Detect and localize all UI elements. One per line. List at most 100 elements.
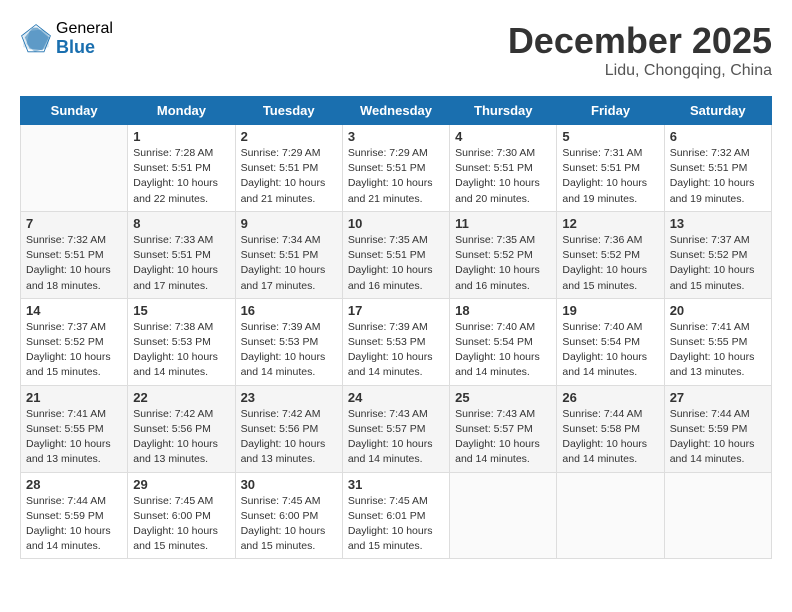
day-info: Sunrise: 7:35 AM Sunset: 5:52 PM Dayligh…: [455, 233, 551, 294]
calendar-cell: 9Sunrise: 7:34 AM Sunset: 5:51 PM Daylig…: [235, 211, 342, 298]
weekday-header-tuesday: Tuesday: [235, 97, 342, 125]
day-info: Sunrise: 7:28 AM Sunset: 5:51 PM Dayligh…: [133, 146, 229, 207]
calendar-cell: 5Sunrise: 7:31 AM Sunset: 5:51 PM Daylig…: [557, 125, 664, 212]
day-info: Sunrise: 7:42 AM Sunset: 5:56 PM Dayligh…: [133, 407, 229, 468]
day-info: Sunrise: 7:45 AM Sunset: 6:00 PM Dayligh…: [133, 494, 229, 555]
day-info: Sunrise: 7:29 AM Sunset: 5:51 PM Dayligh…: [348, 146, 444, 207]
day-number: 16: [241, 303, 337, 318]
calendar-cell: 11 Sunrise: 7:35 AM Sunset: 5:52 PM Dayli…: [450, 211, 557, 298]
day-info: Sunrise: 7:40 AM Sunset: 5:54 PM Dayligh…: [455, 320, 551, 381]
calendar-cell: 21 Sunrise: 7:41 AM Sunset: 5:55 PM Dayli…: [21, 385, 128, 472]
calendar-cell: 29Sunrise: 7:45 AM Sunset: 6:00 PM Dayli…: [128, 472, 235, 559]
day-info: Sunrise: 7:43 AM Sunset: 5:57 PM Dayligh…: [348, 407, 444, 468]
day-info: Sunrise: 7:37 AM Sunset: 5:52 PM Dayligh…: [26, 320, 122, 381]
calendar-cell: 31 Sunrise: 7:45 AM Sunset: 6:01 PM Dayli…: [342, 472, 449, 559]
day-number: 20: [670, 303, 766, 318]
day-number: 23: [241, 390, 337, 405]
calendar-header: SundayMondayTuesdayWednesdayThursdayFrid…: [21, 97, 772, 125]
day-number: 19: [562, 303, 658, 318]
title-area: December 2025 Lidu, Chongqing, China: [508, 20, 772, 80]
day-info: Sunrise: 7:30 AM Sunset: 5:51 PM Dayligh…: [455, 146, 551, 207]
weekday-header-friday: Friday: [557, 97, 664, 125]
calendar-cell: 15Sunrise: 7:38 AM Sunset: 5:53 PM Dayli…: [128, 298, 235, 385]
calendar-cell: 14 Sunrise: 7:37 AM Sunset: 5:52 PM Dayli…: [21, 298, 128, 385]
day-number: 18: [455, 303, 551, 318]
calendar-cell: [21, 125, 128, 212]
day-number: 5: [562, 129, 658, 144]
page-header: General Blue December 2025 Lidu, Chongqi…: [20, 20, 772, 80]
calendar-cell: 20Sunrise: 7:41 AM Sunset: 5:55 PM Dayli…: [664, 298, 771, 385]
calendar-cell: [557, 472, 664, 559]
day-info: Sunrise: 7:39 AM Sunset: 5:53 PM Dayligh…: [241, 320, 337, 381]
day-number: 22: [133, 390, 229, 405]
calendar-cell: 10 Sunrise: 7:35 AM Sunset: 5:51 PM Dayli…: [342, 211, 449, 298]
day-info: Sunrise: 7:45 AM Sunset: 6:01 PM Dayligh…: [348, 494, 444, 555]
day-number: 2: [241, 129, 337, 144]
calendar-cell: 30 Sunrise: 7:45 AM Sunset: 6:00 PM Dayli…: [235, 472, 342, 559]
calendar-cell: 22 Sunrise: 7:42 AM Sunset: 5:56 PM Dayli…: [128, 385, 235, 472]
calendar-cell: 28 Sunrise: 7:44 AM Sunset: 5:59 PM Dayli…: [21, 472, 128, 559]
day-number: 6: [670, 129, 766, 144]
calendar-cell: 23 Sunrise: 7:42 AM Sunset: 5:56 PM Dayli…: [235, 385, 342, 472]
day-number: 31: [348, 477, 444, 492]
calendar-week-4: 21 Sunrise: 7:41 AM Sunset: 5:55 PM Dayli…: [21, 385, 772, 472]
day-number: 12: [562, 216, 658, 231]
day-info: Sunrise: 7:44 AM Sunset: 5:59 PM Dayligh…: [670, 407, 766, 468]
day-number: 24: [348, 390, 444, 405]
calendar-cell: 19Sunrise: 7:40 AM Sunset: 5:54 PM Dayli…: [557, 298, 664, 385]
calendar-cell: 16 Sunrise: 7:39 AM Sunset: 5:53 PM Dayli…: [235, 298, 342, 385]
day-number: 30: [241, 477, 337, 492]
calendar-cell: 3Sunrise: 7:29 AM Sunset: 5:51 PM Daylig…: [342, 125, 449, 212]
calendar-cell: 12 Sunrise: 7:36 AM Sunset: 5:52 PM Dayli…: [557, 211, 664, 298]
logo-text: General Blue: [56, 20, 113, 57]
day-number: 8: [133, 216, 229, 231]
day-info: Sunrise: 7:43 AM Sunset: 5:57 PM Dayligh…: [455, 407, 551, 468]
calendar-cell: 24 Sunrise: 7:43 AM Sunset: 5:57 PM Dayli…: [342, 385, 449, 472]
day-info: Sunrise: 7:37 AM Sunset: 5:52 PM Dayligh…: [670, 233, 766, 294]
day-number: 13: [670, 216, 766, 231]
day-info: Sunrise: 7:42 AM Sunset: 5:56 PM Dayligh…: [241, 407, 337, 468]
calendar-week-3: 14 Sunrise: 7:37 AM Sunset: 5:52 PM Dayli…: [21, 298, 772, 385]
day-info: Sunrise: 7:45 AM Sunset: 6:00 PM Dayligh…: [241, 494, 337, 555]
day-number: 17: [348, 303, 444, 318]
day-info: Sunrise: 7:38 AM Sunset: 5:53 PM Dayligh…: [133, 320, 229, 381]
calendar-cell: 1 Sunrise: 7:28 AM Sunset: 5:51 PM Daylig…: [128, 125, 235, 212]
weekday-header-monday: Monday: [128, 97, 235, 125]
day-number: 28: [26, 477, 122, 492]
calendar-week-2: 7Sunrise: 7:32 AM Sunset: 5:51 PM Daylig…: [21, 211, 772, 298]
calendar-cell: 2Sunrise: 7:29 AM Sunset: 5:51 PM Daylig…: [235, 125, 342, 212]
calendar-cell: 13 Sunrise: 7:37 AM Sunset: 5:52 PM Dayli…: [664, 211, 771, 298]
calendar-cell: [450, 472, 557, 559]
weekday-header-row: SundayMondayTuesdayWednesdayThursdayFrid…: [21, 97, 772, 125]
calendar-table: SundayMondayTuesdayWednesdayThursdayFrid…: [20, 96, 772, 559]
day-number: 11: [455, 216, 551, 231]
day-number: 21: [26, 390, 122, 405]
day-number: 4: [455, 129, 551, 144]
logo: General Blue: [20, 20, 113, 57]
day-info: Sunrise: 7:36 AM Sunset: 5:52 PM Dayligh…: [562, 233, 658, 294]
calendar-cell: 25 Sunrise: 7:43 AM Sunset: 5:57 PM Dayli…: [450, 385, 557, 472]
day-info: Sunrise: 7:41 AM Sunset: 5:55 PM Dayligh…: [26, 407, 122, 468]
day-info: Sunrise: 7:35 AM Sunset: 5:51 PM Dayligh…: [348, 233, 444, 294]
day-info: Sunrise: 7:44 AM Sunset: 5:58 PM Dayligh…: [562, 407, 658, 468]
calendar-cell: 26 Sunrise: 7:44 AM Sunset: 5:58 PM Dayli…: [557, 385, 664, 472]
day-info: Sunrise: 7:44 AM Sunset: 5:59 PM Dayligh…: [26, 494, 122, 555]
weekday-header-sunday: Sunday: [21, 97, 128, 125]
weekday-header-saturday: Saturday: [664, 97, 771, 125]
day-number: 1: [133, 129, 229, 144]
logo-blue: Blue: [56, 38, 113, 58]
calendar-cell: 27Sunrise: 7:44 AM Sunset: 5:59 PM Dayli…: [664, 385, 771, 472]
day-number: 25: [455, 390, 551, 405]
day-info: Sunrise: 7:32 AM Sunset: 5:51 PM Dayligh…: [670, 146, 766, 207]
day-number: 26: [562, 390, 658, 405]
month-title: December 2025: [508, 20, 772, 62]
calendar-cell: 18 Sunrise: 7:40 AM Sunset: 5:54 PM Dayli…: [450, 298, 557, 385]
calendar-cell: 8 Sunrise: 7:33 AM Sunset: 5:51 PM Daylig…: [128, 211, 235, 298]
calendar-body: 1 Sunrise: 7:28 AM Sunset: 5:51 PM Daylig…: [21, 125, 772, 559]
day-info: Sunrise: 7:33 AM Sunset: 5:51 PM Dayligh…: [133, 233, 229, 294]
calendar-cell: 7Sunrise: 7:32 AM Sunset: 5:51 PM Daylig…: [21, 211, 128, 298]
calendar-cell: 17Sunrise: 7:39 AM Sunset: 5:53 PM Dayli…: [342, 298, 449, 385]
logo-general: General: [56, 20, 113, 38]
day-number: 10: [348, 216, 444, 231]
day-number: 14: [26, 303, 122, 318]
